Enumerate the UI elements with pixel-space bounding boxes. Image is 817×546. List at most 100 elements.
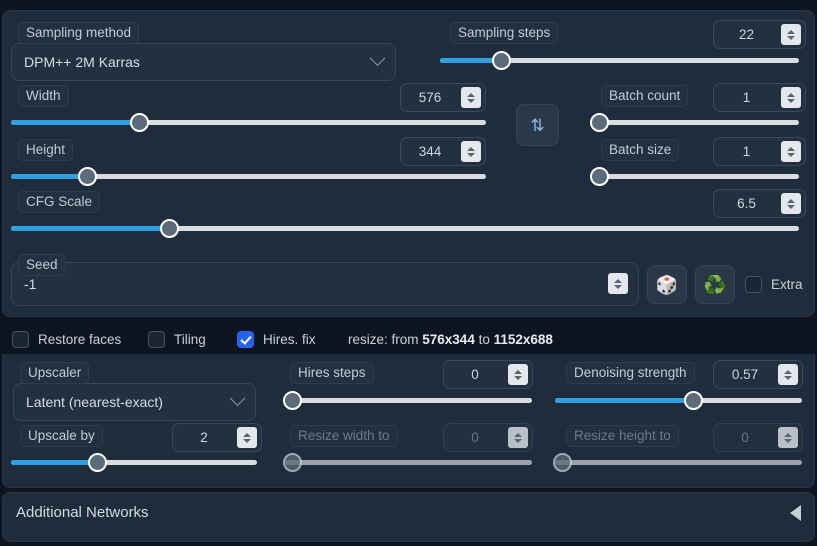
- slider-thumb[interactable]: [684, 391, 704, 410]
- upscale-by-slider[interactable]: [11, 453, 257, 472]
- hires-steps-stepper[interactable]: [508, 364, 528, 385]
- batch-size-number-input[interactable]: 1: [713, 137, 806, 166]
- extra-seed-checkbox-wrap[interactable]: Extra: [745, 276, 803, 293]
- batch-count-stepper[interactable]: [781, 87, 801, 108]
- slider-fill: [11, 460, 98, 465]
- upscale-by-number-input[interactable]: 2: [172, 423, 262, 452]
- width-value: 576: [418, 90, 442, 105]
- seed-input[interactable]: -1: [11, 262, 639, 306]
- resize-to-value: 1152x688: [493, 332, 553, 347]
- hires-steps-slider[interactable]: [283, 391, 532, 410]
- denoising-strength-number-input[interactable]: 0.57: [713, 360, 803, 389]
- swap-vertical-icon: ⇅: [530, 115, 545, 135]
- denoising-strength-slider[interactable]: [555, 391, 802, 410]
- sampling-steps-label: Sampling steps: [450, 22, 559, 44]
- sampling-method-dropdown[interactable]: DPM++ 2M Karras: [11, 43, 396, 81]
- tiling-label: Tiling: [174, 332, 206, 347]
- resize-height-to-slider[interactable]: [553, 453, 802, 472]
- cfg-scale-value: 6.5: [737, 196, 756, 211]
- upscale-by-label: Upscale by: [20, 425, 103, 447]
- triangle-left-icon[interactable]: [790, 505, 801, 521]
- slider-thumb[interactable]: [553, 453, 573, 472]
- slider-fill: [11, 120, 140, 125]
- recycle-icon: ♻️: [703, 274, 727, 295]
- resize-width-to-slider[interactable]: [283, 453, 532, 472]
- batch-size-stepper[interactable]: [781, 141, 801, 162]
- slider-thumb[interactable]: [130, 113, 150, 132]
- tiling-checkbox-wrap[interactable]: Tiling: [148, 331, 206, 348]
- slider-thumb[interactable]: [492, 51, 512, 70]
- seed-stepper[interactable]: [608, 273, 628, 294]
- width-stepper[interactable]: [461, 87, 481, 108]
- slider-fill: [11, 226, 169, 231]
- slider-fill: [555, 398, 694, 403]
- hires-steps-number-input[interactable]: 0: [443, 360, 533, 389]
- hires-fix-checkbox-wrap[interactable]: Hires. fix: [237, 331, 316, 348]
- slider-thumb[interactable]: [283, 453, 303, 472]
- upscaler-label: Upscaler: [20, 362, 90, 384]
- chevron-down-icon: [369, 49, 386, 66]
- slider-fill: [11, 174, 87, 179]
- restore-faces-checkbox[interactable]: [12, 331, 29, 348]
- slider-thumb[interactable]: [590, 167, 610, 186]
- resize-width-to-value: 0: [471, 430, 479, 445]
- seed-label: Seed: [18, 254, 66, 276]
- slider-thumb[interactable]: [283, 391, 303, 410]
- additional-networks-title: Additional Networks: [16, 504, 149, 521]
- extra-seed-label: Extra: [771, 277, 803, 292]
- sampling-method-value: DPM++ 2M Karras: [24, 54, 140, 70]
- sampling-steps-slider[interactable]: [440, 51, 799, 70]
- sampling-steps-stepper[interactable]: [781, 24, 801, 45]
- resize-width-to-number-input[interactable]: 0: [443, 423, 533, 452]
- resize-height-to-label: Resize height to: [566, 425, 679, 447]
- hires-steps-value: 0: [471, 367, 479, 382]
- height-label: Height: [18, 139, 74, 161]
- dice-icon: 🎲: [655, 274, 679, 295]
- reuse-seed-button[interactable]: ♻️: [695, 265, 735, 304]
- batch-size-slider[interactable]: [590, 167, 799, 186]
- resize-width-to-stepper[interactable]: [508, 427, 528, 448]
- upscaler-dropdown[interactable]: Latent (nearest-exact): [13, 383, 256, 421]
- height-slider[interactable]: [11, 167, 486, 186]
- batch-count-slider[interactable]: [590, 113, 799, 132]
- denoising-strength-stepper[interactable]: [778, 364, 798, 385]
- swap-dimensions-button[interactable]: ⇅: [516, 104, 559, 146]
- tiling-checkbox[interactable]: [148, 331, 165, 348]
- hires-fix-checkbox[interactable]: [237, 331, 254, 348]
- resize-info-text: resize: from 576x344 to 1152x688: [348, 332, 553, 347]
- slider-thumb[interactable]: [590, 113, 610, 132]
- slider-track: [555, 460, 802, 465]
- cfg-scale-slider[interactable]: [11, 219, 799, 238]
- slider-track: [591, 174, 799, 179]
- batch-count-number-input[interactable]: 1: [713, 83, 806, 112]
- batch-size-value: 1: [742, 144, 751, 159]
- hires-fix-label: Hires. fix: [263, 332, 316, 347]
- upscale-by-stepper[interactable]: [237, 427, 257, 448]
- resize-prefix: resize: from: [348, 332, 423, 347]
- width-slider[interactable]: [11, 113, 486, 132]
- cfg-scale-number-input[interactable]: 6.5: [713, 189, 806, 218]
- hires-steps-label: Hires steps: [290, 362, 374, 384]
- extra-seed-checkbox[interactable]: [745, 276, 762, 293]
- cfg-scale-stepper[interactable]: [781, 193, 801, 214]
- slider-track: [285, 398, 532, 403]
- sampling-steps-number-input[interactable]: 22: [713, 20, 806, 49]
- seed-stepper-wrap[interactable]: [602, 269, 632, 298]
- resize-height-to-number-input[interactable]: 0: [713, 423, 803, 452]
- slider-thumb[interactable]: [78, 167, 97, 186]
- height-number-input[interactable]: 344: [400, 137, 486, 166]
- sampling-method-label: Sampling method: [18, 22, 140, 44]
- denoising-strength-label: Denoising strength: [566, 362, 695, 384]
- resize-width-to-label: Resize width to: [290, 425, 398, 447]
- slider-thumb[interactable]: [159, 219, 179, 238]
- height-stepper[interactable]: [461, 141, 481, 162]
- resize-height-to-stepper[interactable]: [778, 427, 798, 448]
- restore-faces-checkbox-wrap[interactable]: Restore faces: [12, 331, 121, 348]
- random-seed-button[interactable]: 🎲: [647, 265, 687, 304]
- slider-track: [591, 120, 799, 125]
- upscale-by-value: 2: [200, 430, 208, 445]
- slider-thumb[interactable]: [88, 453, 108, 472]
- width-number-input[interactable]: 576: [400, 83, 486, 112]
- resize-from-value: 576x344: [422, 332, 475, 347]
- height-value: 344: [418, 144, 442, 159]
